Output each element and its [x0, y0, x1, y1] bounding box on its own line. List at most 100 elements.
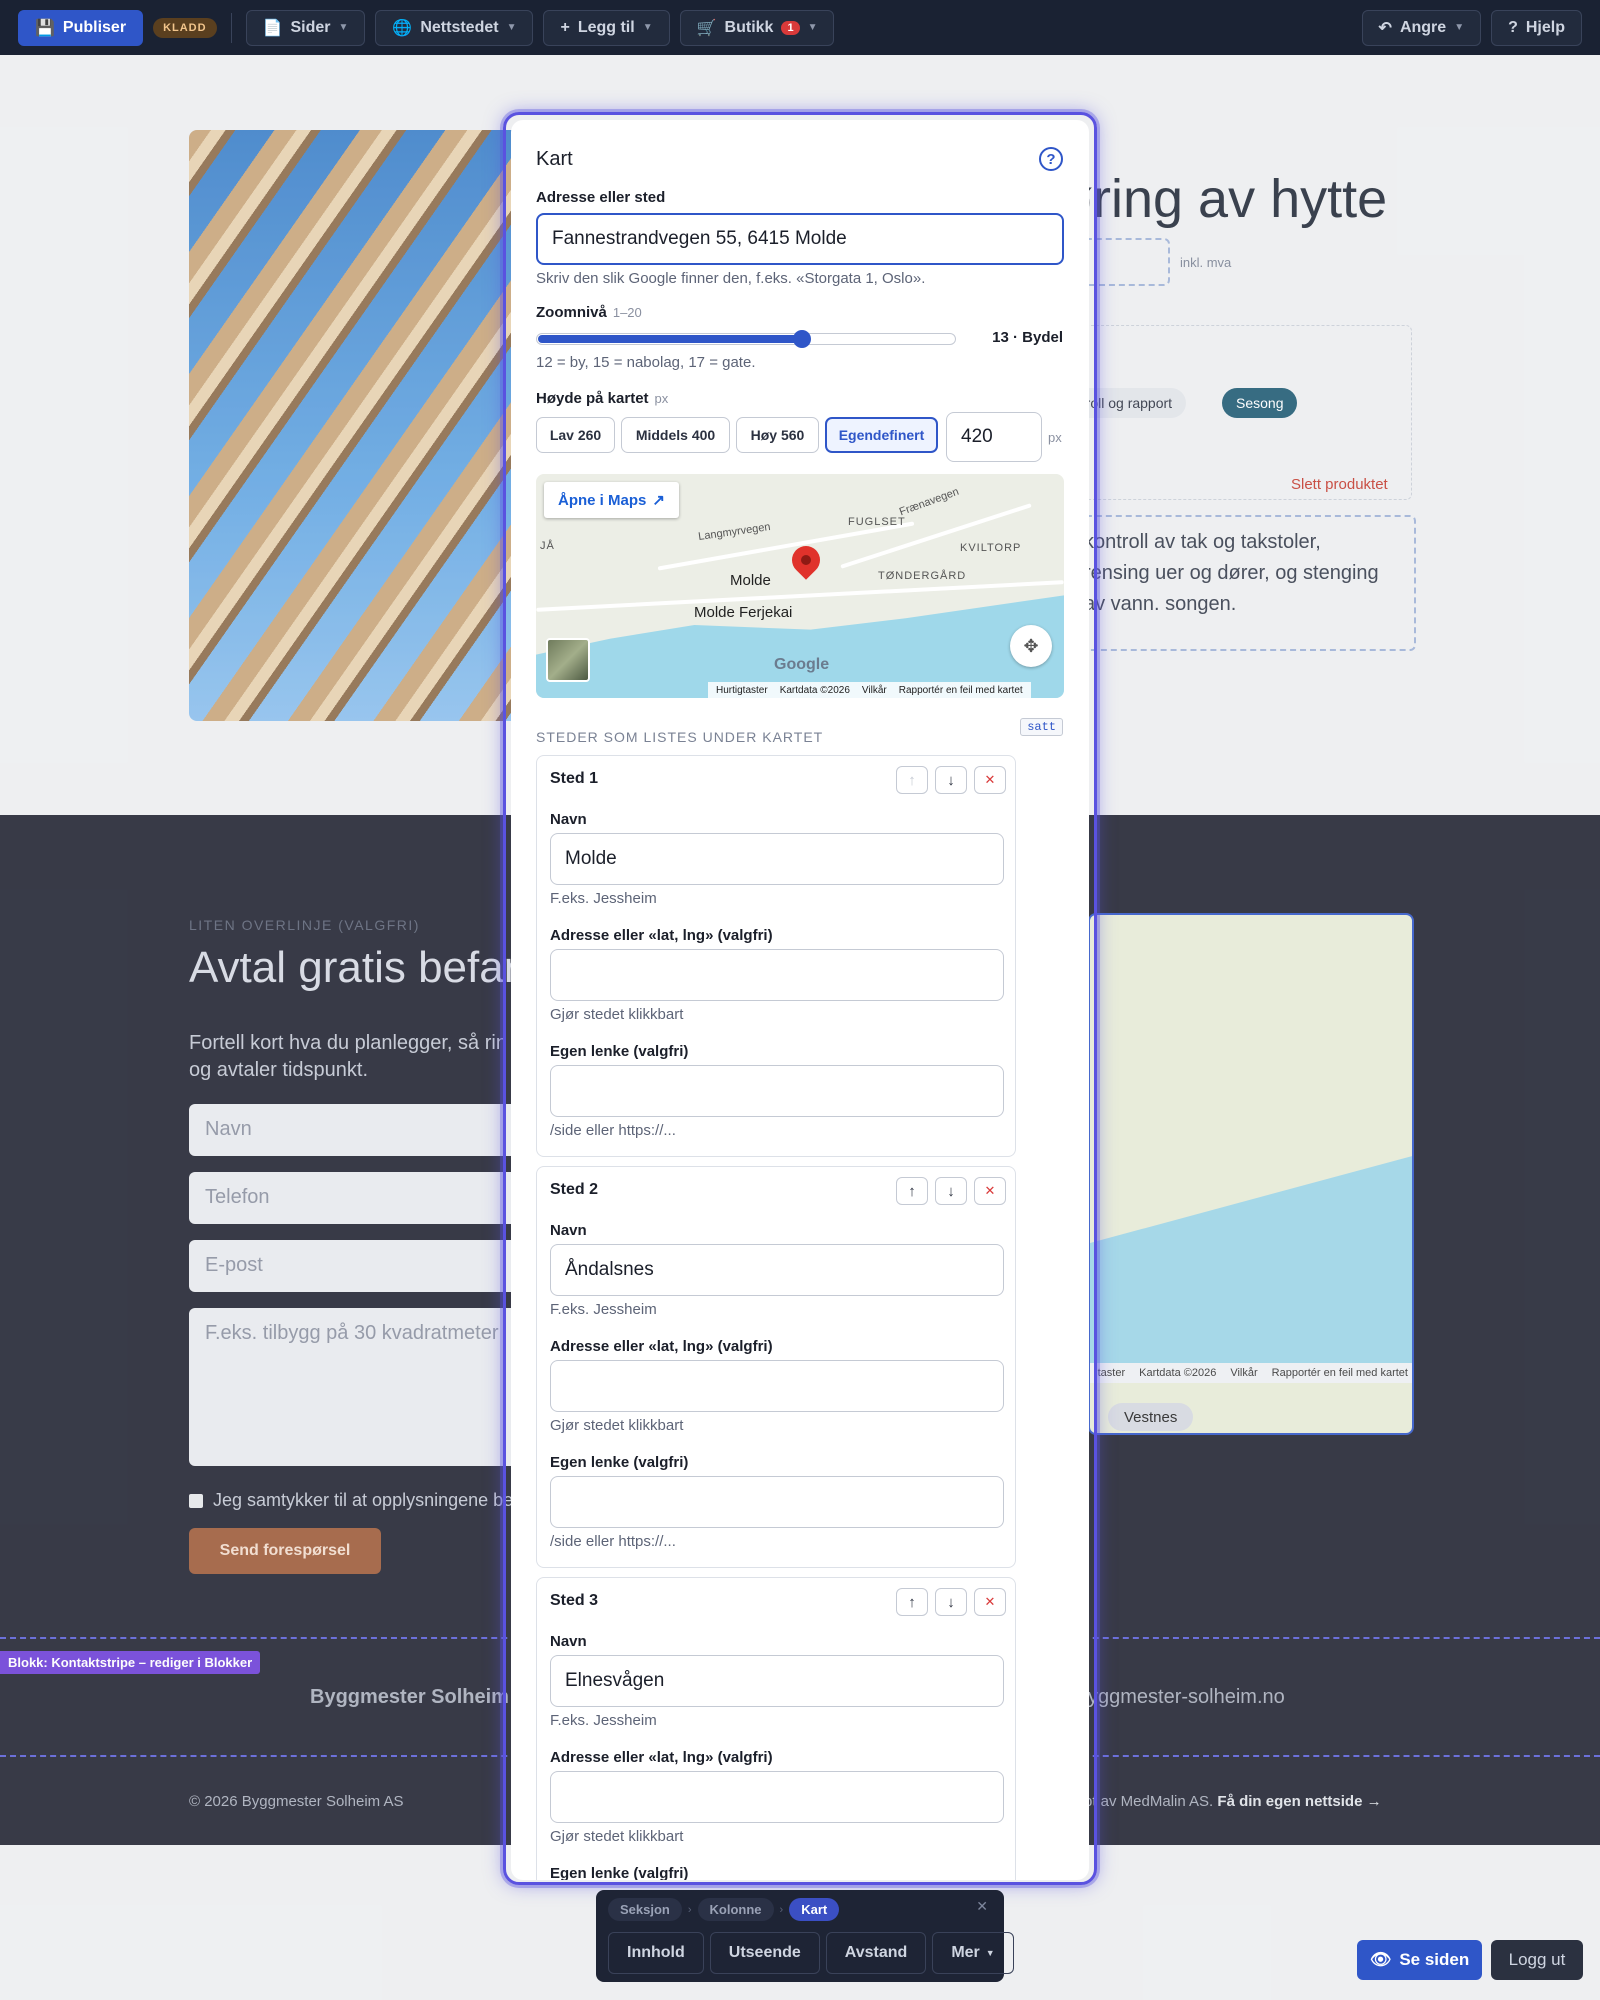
place-address-input[interactable]: [550, 949, 1004, 1001]
chevron-down-icon: ▼: [506, 22, 517, 33]
chevron-down-icon: ▼: [338, 22, 349, 33]
tab-more[interactable]: Mer ▼: [932, 1932, 1014, 1974]
add-menu-button[interactable]: + Legg til ▼: [543, 9, 670, 46]
height-label-text: Høyde på kartet: [536, 390, 649, 407]
shop-count-badge: 1: [781, 20, 800, 35]
satt-badge: satt: [1020, 718, 1063, 736]
shop-menu-button[interactable]: 🛒 Butikk 1 ▼: [679, 9, 835, 46]
map-settings-modal: Kart ? Adresse eller sted Fannestrandveg…: [511, 120, 1089, 1880]
move-down-button[interactable]: ↓: [935, 766, 967, 794]
map-label: KVILTORP: [960, 542, 1022, 554]
name-label: Navn: [550, 1633, 587, 1650]
name-help: F.eks. Jessheim: [550, 1301, 657, 1318]
help-icon[interactable]: ?: [1039, 147, 1063, 171]
height-option-low[interactable]: Lav 260: [536, 417, 615, 453]
place-title: Sted 3: [550, 1592, 599, 1609]
close-icon[interactable]: ✕: [976, 1898, 988, 1915]
name-label: Navn: [550, 811, 587, 828]
see-site-label: Se siden: [1399, 1950, 1470, 1969]
chevron-right-icon: ›: [687, 1903, 692, 1916]
place-title: Sted 1: [550, 770, 599, 787]
save-icon: 💾: [35, 19, 55, 37]
move-down-button[interactable]: ↓: [935, 1177, 967, 1205]
move-up-button[interactable]: ↑: [896, 1588, 928, 1616]
remove-place-button[interactable]: ✕: [974, 1177, 1006, 1205]
zoom-slider-fill: [538, 335, 802, 343]
question-icon: ?: [1508, 18, 1518, 36]
address-label: Adresse eller sted: [536, 189, 666, 206]
globe-icon: 🌐: [392, 19, 413, 37]
map-report-link[interactable]: Rapportér en feil med kartet: [899, 685, 1023, 696]
satellite-toggle[interactable]: [546, 638, 590, 682]
name-help: F.eks. Jessheim: [550, 1712, 657, 1729]
breadcrumb: Seksjon › Kolonne › Kart: [608, 1898, 840, 1921]
place-link-input[interactable]: [550, 1065, 1004, 1117]
place-card: Sted 2 ↑ ↓ ✕ Navn Åndalsnes F.eks. Jessh…: [536, 1166, 1016, 1568]
plus-icon: +: [560, 18, 570, 36]
map-label-ferry: Molde Ferjekai: [694, 604, 793, 621]
place-name-input[interactable]: Åndalsnes: [550, 1244, 1004, 1296]
help-button[interactable]: ? Hjelp: [1491, 9, 1582, 46]
remove-place-button[interactable]: ✕: [974, 1588, 1006, 1616]
tab-content[interactable]: Innhold: [608, 1932, 704, 1974]
block-toolbar: Seksjon › Kolonne › Kart ✕ Innhold Utsee…: [596, 1890, 1014, 1982]
address-input[interactable]: Fannestrandvegen 55, 6415 Molde: [536, 213, 1064, 265]
move-up-button[interactable]: ↑: [896, 1177, 928, 1205]
map-preview[interactable]: Åpne i Maps ↗ FUGLSET KVILTORP TØNDERGÅR…: [536, 474, 1064, 698]
map-terms-link[interactable]: Vilkår: [862, 685, 887, 696]
open-in-maps-button[interactable]: Åpne i Maps ↗: [544, 482, 679, 518]
place-name-input[interactable]: Molde: [550, 833, 1004, 885]
place-link-input[interactable]: [550, 1476, 1004, 1528]
publish-button[interactable]: 💾 Publiser: [18, 9, 144, 46]
eye-icon: 👁: [1369, 1950, 1392, 1969]
map-label: Frænavegen: [897, 485, 961, 519]
zoom-slider-handle[interactable]: [793, 330, 811, 348]
block-tabs: Innhold Utseende Avstand Mer ▼: [608, 1932, 1014, 1974]
tab-appearance[interactable]: Utseende: [709, 1932, 820, 1974]
map-label: TØNDERGÅRD: [878, 570, 967, 582]
shop-label: Butikk: [724, 18, 774, 36]
tab-spacing[interactable]: Avstand: [825, 1932, 927, 1974]
chevron-down-icon: ▼: [642, 22, 653, 33]
zoom-help: 12 = by, 15 = nabolag, 17 = gate.: [536, 354, 756, 371]
undo-button[interactable]: ↶ Angre ▼: [1361, 9, 1482, 46]
place-name-input[interactable]: Elnesvågen: [550, 1655, 1004, 1707]
remove-place-button[interactable]: ✕: [974, 766, 1006, 794]
chevron-down-icon: ▼: [1454, 22, 1465, 33]
see-site-button[interactable]: 👁 Se siden: [1357, 1940, 1482, 1980]
crumb-column[interactable]: Kolonne: [697, 1898, 774, 1921]
map-label: Langmyrvegen: [697, 520, 772, 544]
fullscreen-icon[interactable]: ✥: [1010, 625, 1052, 667]
map-road: [840, 503, 1032, 569]
logout-button[interactable]: Logg ut: [1491, 1940, 1583, 1980]
move-down-button[interactable]: ↓: [935, 1588, 967, 1616]
height-option-high[interactable]: Høy 560: [736, 417, 819, 453]
website-menu-button[interactable]: 🌐 Nettstedet ▼: [375, 9, 534, 46]
zoom-label-text: Zoomnivå: [536, 304, 607, 321]
map-water: [536, 595, 1064, 698]
zoom-range: 1–20: [612, 305, 642, 320]
pages-menu-button[interactable]: 📄 Sider ▼: [245, 9, 366, 46]
place-address-input[interactable]: [550, 1771, 1004, 1823]
website-label: Nettstedet: [420, 18, 499, 36]
crumb-map[interactable]: Kart: [789, 1898, 840, 1921]
toolbar-divider: [230, 12, 232, 43]
height-unit: px: [654, 391, 669, 406]
modal-title: Kart: [536, 148, 573, 170]
address-label: Adresse eller «lat, lng» (valgfri): [550, 1749, 773, 1766]
height-option-medium[interactable]: Middels 400: [621, 417, 730, 453]
pages-label: Sider: [290, 18, 331, 36]
zoom-slider[interactable]: [536, 330, 956, 348]
open-maps-label: Åpne i Maps: [558, 491, 647, 509]
zoom-label: Zoomnivå 1–20: [536, 304, 642, 321]
place-address-input[interactable]: [550, 1360, 1004, 1412]
external-link-icon: ↗: [652, 492, 665, 509]
move-up-button[interactable]: ↑: [896, 766, 928, 794]
map-label: JÅ: [540, 540, 555, 552]
map-shortcuts-link[interactable]: Hurtigtaster: [716, 685, 768, 696]
name-label: Navn: [550, 1222, 587, 1239]
height-px-input[interactable]: 420: [946, 412, 1042, 462]
crumb-section[interactable]: Seksjon: [608, 1898, 682, 1921]
place-card: Sted 1 ↑ ↓ ✕ Navn Molde F.eks. Jessheim …: [536, 755, 1016, 1157]
height-option-custom[interactable]: Egendefinert: [825, 417, 938, 453]
